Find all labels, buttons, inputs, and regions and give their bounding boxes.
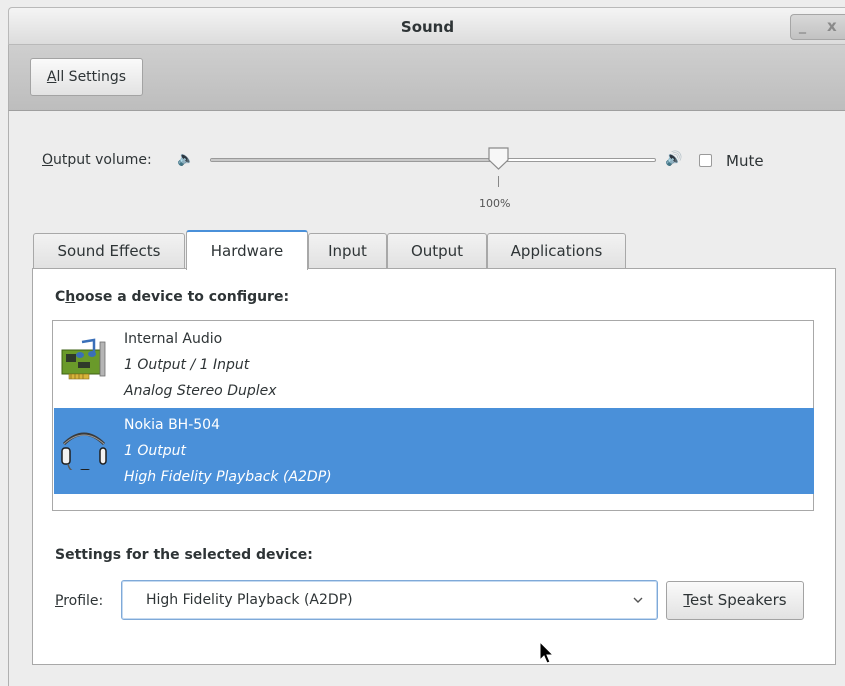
window-title: Sound (400, 18, 455, 36)
all-settings-button[interactable]: All Settings (30, 58, 143, 96)
choose-device-label: Choose a device to configure: (55, 289, 289, 305)
settings-selected-device-label: Settings for the selected device: (55, 547, 313, 563)
choose-device-prefix: C (55, 289, 66, 305)
speaker-low-icon: 🔈 (177, 151, 195, 167)
tab-input[interactable]: Input (308, 233, 387, 269)
tab-output[interactable]: Output (387, 233, 487, 269)
device-profile: Analog Stereo Duplex (124, 383, 277, 399)
minimize-icon[interactable]: _ (799, 18, 806, 34)
title-bar[interactable]: Sound _ x (8, 7, 845, 45)
profile-select-value: High Fidelity Playback (A2DP) (146, 592, 353, 608)
device-io: 1 Output (124, 443, 186, 459)
device-name: Nokia BH-504 (124, 417, 220, 433)
device-list[interactable]: Internal Audio 1 Output / 1 Input Analog… (52, 320, 814, 511)
slider-mark-label: 100% (479, 197, 511, 210)
device-row-internal-audio[interactable]: Internal Audio 1 Output / 1 Input Analog… (54, 322, 814, 408)
headset-icon (61, 432, 107, 470)
device-row-nokia-bh-504[interactable]: Nokia BH-504 1 Output High Fidelity Play… (54, 408, 814, 494)
profile-label-text: rofile: (63, 593, 104, 609)
volume-slider-fill (211, 159, 498, 161)
output-volume-mnemonic: O (42, 152, 54, 168)
device-profile: High Fidelity Playback (A2DP) (124, 469, 332, 485)
speaker-high-icon: 🔊 (665, 151, 683, 167)
test-speakers-label: est Speakers (690, 591, 787, 609)
profile-select[interactable]: High Fidelity Playback (A2DP) (121, 580, 658, 620)
sound-card-icon (61, 338, 106, 380)
mouse-cursor-icon (539, 641, 555, 664)
window-controls: _ x (790, 14, 845, 40)
device-name: Internal Audio (124, 331, 223, 347)
output-volume-label: Output volume: (42, 152, 152, 168)
mute-checkbox[interactable] (699, 154, 712, 167)
close-icon[interactable]: x (827, 17, 837, 35)
test-speakers-button[interactable]: Test Speakers (666, 581, 804, 620)
tab-sound-effects[interactable]: Sound Effects (33, 233, 185, 269)
mute-label[interactable]: Mute (726, 152, 764, 170)
tab-applications[interactable]: Applications (487, 233, 626, 269)
volume-slider-handle[interactable] (487, 147, 510, 171)
tab-hardware[interactable]: Hardware (186, 230, 308, 270)
toolbar: All Settings (8, 45, 845, 111)
profile-label: Profile: (55, 593, 103, 609)
profile-mnemonic: P (55, 593, 64, 609)
all-settings-label: ll Settings (56, 69, 127, 85)
slider-mark-line (498, 176, 499, 187)
choose-device-label-text: oose a device to configure: (75, 289, 290, 305)
chevron-down-icon (633, 597, 643, 603)
device-io: 1 Output / 1 Input (124, 357, 250, 373)
choose-device-mnemonic: h (65, 289, 76, 305)
output-volume-label-text: utput volume: (53, 152, 152, 168)
